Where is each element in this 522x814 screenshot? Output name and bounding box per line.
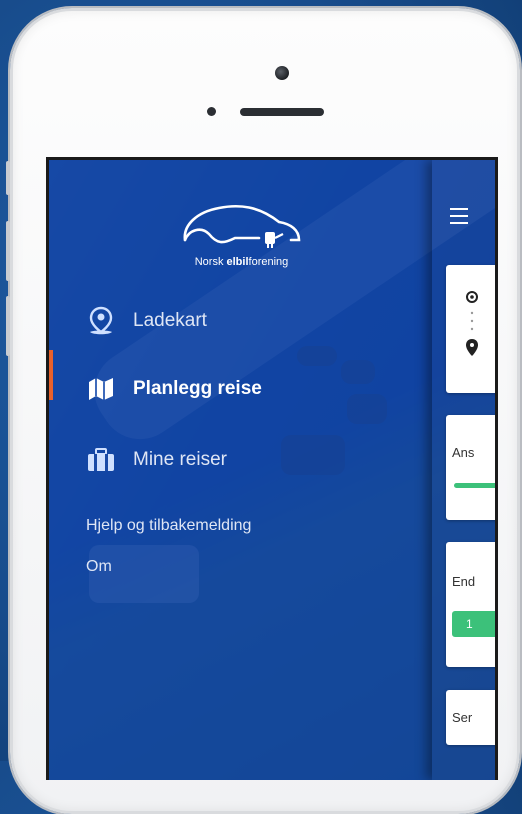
volume-down-button: [6, 296, 10, 356]
navigation-drawer: Norsk elbilforening Ladekart Planlegg re…: [49, 160, 432, 780]
route-origin-destination-icon: [466, 291, 478, 356]
brand-logo: Norsk elbilforening: [179, 200, 304, 272]
map-pin-person-icon: [86, 306, 116, 336]
menu-item-label: Mine reiser: [133, 449, 227, 470]
menu-item-ladekart[interactable]: Ladekart: [49, 299, 432, 343]
car-plug-logo-icon: [183, 204, 301, 248]
help-feedback-link[interactable]: Hjelp og tilbakemelding: [86, 517, 251, 535]
settings-card-2[interactable]: End 1: [446, 542, 495, 667]
volume-up-button: [6, 221, 10, 281]
route-endpoints-card[interactable]: [446, 265, 495, 393]
settings-card-3[interactable]: Ser: [446, 690, 495, 745]
menu-item-mine-reiser[interactable]: Mine reiser: [49, 438, 432, 482]
brand-name: Norsk elbilforening: [194, 256, 289, 268]
map-folded-icon: [86, 374, 116, 404]
about-link[interactable]: Om: [86, 558, 112, 576]
proximity-sensor: [207, 107, 216, 116]
card-label: End: [452, 574, 476, 589]
card-label: Ser: [452, 710, 473, 725]
menu-item-planlegg-reise[interactable]: Planlegg reise: [49, 367, 432, 411]
suitcase-icon: [86, 445, 116, 475]
card-label: Ans: [452, 445, 475, 460]
range-slider-track[interactable]: [454, 483, 495, 488]
menu-item-label: Ladekart: [133, 310, 207, 331]
settings-card-1[interactable]: Ans: [446, 415, 495, 520]
menu-item-label: Planlegg reise: [133, 378, 262, 399]
earpiece-speaker: [240, 108, 324, 116]
front-camera: [275, 66, 289, 80]
hamburger-menu-icon[interactable]: [450, 208, 468, 224]
route-planner-panel: Ans End 1 Ser: [432, 160, 495, 780]
mute-switch: [6, 161, 10, 195]
value-button[interactable]: 1: [452, 611, 495, 637]
app-screen: Norsk elbilforening Ladekart Planlegg re…: [46, 157, 498, 780]
